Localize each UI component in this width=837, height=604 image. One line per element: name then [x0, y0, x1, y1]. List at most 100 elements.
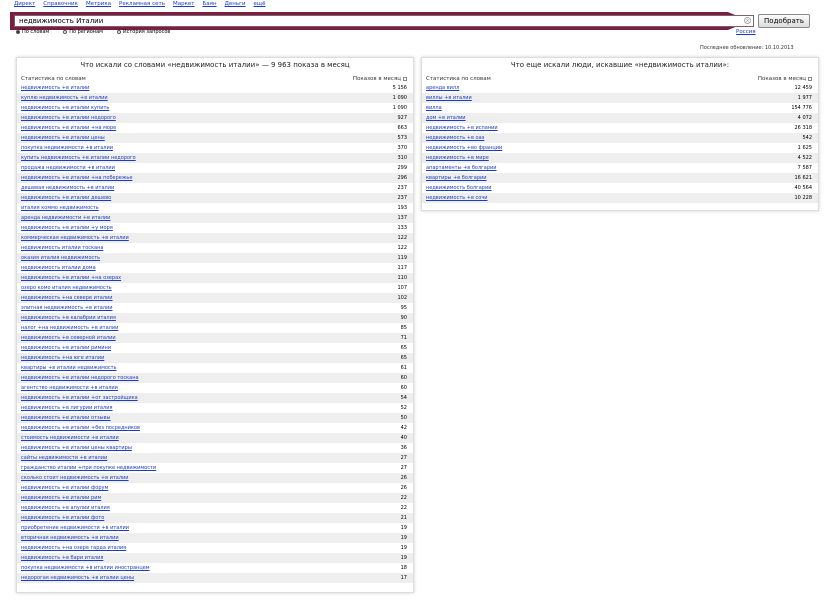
query-link[interactable]: недвижимость +в италии дешево	[21, 193, 111, 203]
search-input[interactable]	[14, 15, 754, 27]
query-link[interactable]: недвижимость +в испании	[426, 123, 498, 133]
query-link[interactable]: продажа недвижимости +в италии	[21, 163, 115, 173]
query-link[interactable]: недвижимость +в италии недорого	[21, 113, 116, 123]
query-link[interactable]: недорогая недвижимость +в италии цены	[21, 573, 134, 583]
query-link[interactable]: недвижимость +в италии фото	[21, 513, 104, 523]
query-link[interactable]: аренда недвижимости +в италии	[21, 213, 110, 223]
query-link[interactable]: недвижимость +в италии цены квартиры	[21, 443, 132, 453]
impressions-count: 237	[397, 195, 407, 201]
query-link[interactable]: квартиры +в италии недвижимость	[21, 363, 117, 373]
query-link[interactable]: вторичная недвижимость +в италии	[21, 533, 119, 543]
query-link[interactable]: недвижимость +в италии +от застройщика	[21, 393, 138, 403]
query-link[interactable]: элитная недвижимость +в италии	[21, 303, 112, 313]
query-link[interactable]: недвижимость +в калабрии италия	[21, 313, 116, 323]
search-mode-label: По регионам	[69, 29, 103, 35]
query-link[interactable]: сколько стоит недвижимость +в италии	[21, 473, 129, 483]
query-link[interactable]: озеро комо италия недвижимость	[21, 283, 112, 293]
nav-link[interactable]: Баян	[203, 0, 217, 8]
query-link[interactable]: куплю недвижимость +в италии	[21, 93, 108, 103]
query-link[interactable]: виллы +в италии	[426, 93, 472, 103]
table-row: недвижимость +в италии форум 26	[17, 483, 413, 493]
table-row: недвижимость +в италии +без посредников 4…	[17, 423, 413, 433]
query-link[interactable]: недвижимость +в италии недорого тоскана	[21, 373, 139, 383]
query-link[interactable]: сайты недвижимости +в италии	[21, 453, 107, 463]
nav-link[interactable]: Рекламная сеть	[119, 0, 165, 8]
radio-dot-icon	[63, 30, 68, 34]
query-link[interactable]: недвижимость +в италии +на озерах	[21, 273, 121, 283]
impressions-count: 1 625	[797, 145, 812, 151]
query-link[interactable]: квартиры +в болгарии	[426, 173, 487, 183]
query-link[interactable]: недвижимость +на озере гарда италия	[21, 543, 126, 553]
query-link[interactable]: недвижимость +в мире	[426, 153, 489, 163]
impressions-count: 26 318	[794, 125, 813, 131]
query-link[interactable]: недвижимость +в италии +на побережье	[21, 173, 132, 183]
query-link[interactable]: недвижимость +в сочи	[426, 193, 488, 203]
query-link[interactable]: дешевая недвижимость +в италии	[21, 183, 114, 193]
query-link[interactable]: недвижимость италии дома	[21, 263, 96, 273]
query-link[interactable]: дом +в италии	[426, 113, 466, 123]
query-link[interactable]: покупка недвижимости +в италии	[21, 143, 113, 153]
chart-icon[interactable]	[403, 77, 407, 81]
query-link[interactable]: италия коммо недвижимость	[21, 203, 99, 213]
query-link[interactable]: аренда вилл	[426, 83, 459, 93]
query-link[interactable]: недвижимость италии тоскана	[21, 243, 103, 253]
impressions-count: 110	[397, 275, 407, 281]
query-link[interactable]: налог +на недвижимость +в италии	[21, 323, 118, 333]
query-link[interactable]: недвижимость +в италии +у моря	[21, 223, 113, 233]
table-row: недвижимость +во франции 1 625	[422, 143, 818, 153]
search-mode-radio[interactable]: История запросов	[116, 29, 170, 35]
query-link[interactable]: недвижимость +в италии +без посредников	[21, 423, 140, 433]
table-row: недвижимость болгарии 40 564	[422, 183, 818, 193]
clear-icon[interactable]: ×	[744, 17, 751, 24]
query-link[interactable]: вилла	[426, 103, 442, 113]
chart-icon[interactable]	[808, 77, 812, 81]
query-link[interactable]: агентство недвижимости +в италии	[21, 383, 118, 393]
query-link[interactable]: недвижимость болгарии	[426, 183, 491, 193]
nav-link[interactable]: Деньги	[225, 0, 246, 8]
impressions-count: 65	[400, 355, 407, 361]
search-mode-radio[interactable]: По словам	[16, 29, 49, 35]
query-link[interactable]: стоимость недвижимости +в италии	[21, 433, 119, 443]
query-link[interactable]: оказия италия недвижимость	[21, 253, 100, 263]
table-row: италия коммо недвижимость 193	[17, 203, 413, 213]
table-row: дешевая недвижимость +в италии 237	[17, 183, 413, 193]
query-link[interactable]: недвижимость +на севере италии	[21, 293, 113, 303]
query-link[interactable]: недвижимость +в лигурии италия	[21, 403, 112, 413]
query-link[interactable]: недвижимость +в апулии италия	[21, 503, 110, 513]
query-link[interactable]: недвижимость +в италии	[21, 83, 89, 93]
submit-button[interactable]: Подобрать	[758, 14, 810, 28]
search-mode-radio[interactable]: По регионам	[63, 29, 103, 35]
query-link[interactable]: коммерческая недвижимость +в италии	[21, 233, 129, 243]
query-link[interactable]: апартаменты +в болгарии	[426, 163, 497, 173]
query-link[interactable]: недвижимость +в италии цены	[21, 133, 105, 143]
query-link[interactable]: недвижимость +в оаэ	[426, 133, 484, 143]
table-row: вилла 154 776	[422, 103, 818, 113]
table-row: недвижимость +в бари италия 19	[17, 553, 413, 563]
query-link[interactable]: недвижимость +в италии купить	[21, 103, 109, 113]
query-link[interactable]: купить недвижимость +в италии недорого	[21, 153, 136, 163]
impressions-count: 60	[400, 385, 407, 391]
query-link[interactable]: недвижимость +в бари италия	[21, 553, 103, 563]
nav-link[interactable]: Справочник	[43, 0, 78, 8]
impressions-count: 154 776	[791, 105, 812, 111]
query-link[interactable]: покупка недвижимости +в италии иностранц…	[21, 563, 150, 573]
region-link[interactable]: Россия	[736, 29, 756, 35]
nav-link[interactable]: ещё	[254, 0, 266, 8]
nav-link[interactable]: Маркет	[173, 0, 195, 8]
query-link[interactable]: недвижимость +во франции	[426, 143, 502, 153]
column-query-header: Статистика по словам	[21, 76, 86, 82]
nav-link[interactable]: Директ	[14, 0, 35, 8]
table-row: купить недвижимость +в италии недорого 31…	[17, 153, 413, 163]
nav-link[interactable]: Метрика	[86, 0, 111, 8]
query-link[interactable]: недвижимость +в италии форум	[21, 483, 108, 493]
query-link[interactable]: недвижимость +в италии +на море	[21, 123, 116, 133]
query-link[interactable]: недвижимость +в италии рим	[21, 493, 101, 503]
table-row: недвижимость +в италии +на море 663	[17, 123, 413, 133]
query-link[interactable]: недвижимость +в италии отзывы	[21, 413, 111, 423]
query-link[interactable]: недвижимость +в северной италии	[21, 333, 116, 343]
query-link[interactable]: недвижимость +в италии римини	[21, 343, 111, 353]
query-link[interactable]: гражданство италии +при покупке недвижим…	[21, 463, 156, 473]
query-link[interactable]: недвижимость +на юге италии	[21, 353, 104, 363]
table-row: озеро комо италия недвижимость 107	[17, 283, 413, 293]
query-link[interactable]: приобретение недвижимости +в италии	[21, 523, 129, 533]
